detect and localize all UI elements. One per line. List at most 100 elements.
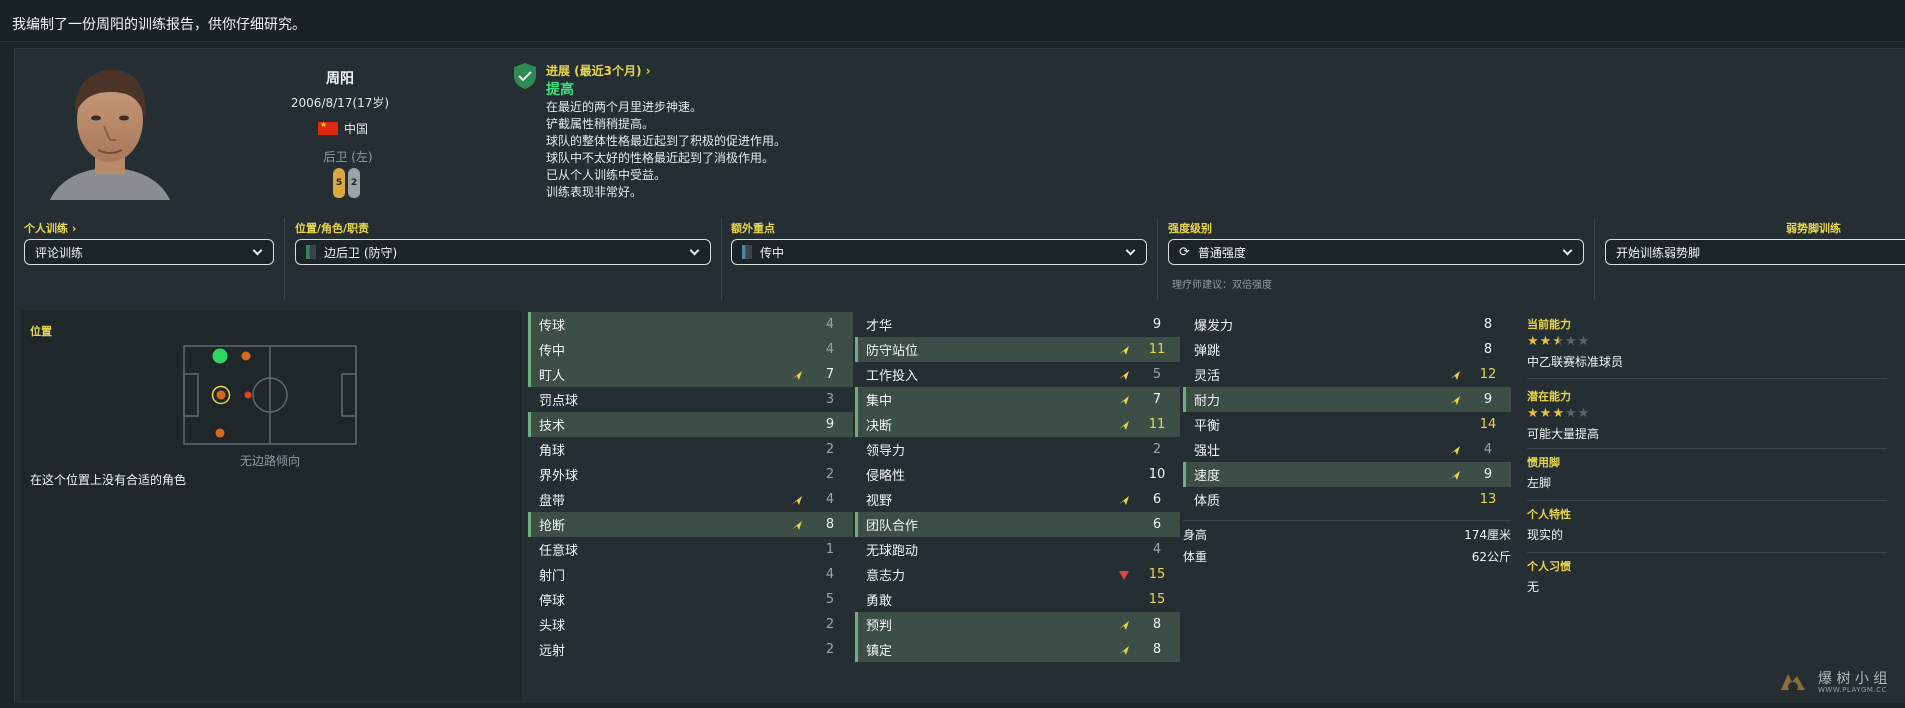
preferred-foot-value: 左脚 bbox=[1527, 476, 1552, 490]
attribute-value: 15 bbox=[1148, 592, 1166, 607]
attribute-row[interactable]: 弹跳 8 bbox=[1183, 337, 1511, 362]
weight-value: 62公斤 bbox=[1471, 550, 1511, 564]
attribute-row[interactable]: 爆发力 8 bbox=[1183, 312, 1511, 337]
chevron-down-icon bbox=[252, 245, 263, 256]
arrow-up-icon bbox=[1450, 471, 1460, 480]
attribute-row[interactable]: 勇敢 15 bbox=[855, 587, 1180, 612]
arrow-up-icon bbox=[792, 521, 802, 530]
attribute-row[interactable]: 镇定 8 bbox=[855, 637, 1180, 662]
attribute-row[interactable]: 传中 4 bbox=[528, 337, 853, 362]
focus-dropdown[interactable]: 传中 bbox=[731, 239, 1147, 265]
attribute-name: 勇敢 bbox=[866, 594, 893, 609]
attribute-row[interactable]: 团队合作 6 bbox=[855, 512, 1180, 537]
potential-label: 潜在能力 bbox=[1527, 390, 1571, 403]
attribute-row[interactable]: 视野 6 bbox=[855, 487, 1180, 512]
attribute-row[interactable]: 意志力 15 bbox=[855, 562, 1180, 587]
attribute-row[interactable]: 任意球 1 bbox=[528, 537, 853, 562]
attribute-value: 11 bbox=[1148, 417, 1166, 432]
current-ability-text: 中乙联赛标准球员 bbox=[1527, 355, 1624, 369]
attribute-row[interactable]: 角球 2 bbox=[528, 437, 853, 462]
attribute-name: 盯人 bbox=[539, 369, 566, 384]
attribute-name: 传球 bbox=[539, 319, 566, 334]
attribute-name: 任意球 bbox=[539, 544, 579, 559]
attribute-value: 8 bbox=[825, 517, 835, 532]
chevron-down-icon bbox=[689, 245, 700, 256]
attribute-row[interactable]: 领导力 2 bbox=[855, 437, 1180, 462]
attribute-value: 4 bbox=[825, 567, 835, 582]
player-nationality[interactable]: 中国 bbox=[318, 120, 368, 136]
habits-label: 个人习惯 bbox=[1527, 560, 1571, 573]
pitch-diagram[interactable] bbox=[180, 344, 360, 446]
attribute-row[interactable]: 速度 9 bbox=[1183, 462, 1511, 487]
attribute-row[interactable]: 耐力 9 bbox=[1183, 387, 1511, 412]
attribute-row[interactable]: 工作投入 5 bbox=[855, 362, 1180, 387]
arrow-up-icon bbox=[1119, 621, 1129, 630]
physical-attributes: 爆发力 8 弹跳 8 灵活 12 耐力 9 平衡 14 强壮 4 速度 9 体质 13 bbox=[1183, 312, 1511, 512]
arrow-up-icon bbox=[792, 496, 802, 505]
role-dropdown[interactable]: 边后卫 (防守) bbox=[295, 239, 711, 265]
arrow-up-icon bbox=[1450, 371, 1460, 380]
attribute-row[interactable]: 才华 9 bbox=[855, 312, 1180, 337]
weakfoot-label: 弱势脚训练 bbox=[1786, 222, 1841, 235]
attribute-row[interactable]: 技术 9 bbox=[528, 412, 853, 437]
attribute-value: 7 bbox=[1152, 392, 1162, 407]
pitch-caption: 无边路倾向 bbox=[239, 454, 300, 468]
attribute-row[interactable]: 体质 13 bbox=[1183, 487, 1511, 512]
attribute-name: 罚点球 bbox=[539, 394, 579, 409]
attribute-value: 6 bbox=[1152, 492, 1162, 507]
chevron-down-icon bbox=[1125, 245, 1136, 256]
attribute-row[interactable]: 盯人 7 bbox=[528, 362, 853, 387]
star-half-icon: ★ bbox=[1552, 334, 1565, 349]
attribute-name: 决断 bbox=[866, 419, 893, 434]
arrow-up-icon bbox=[1119, 371, 1129, 380]
attribute-row[interactable]: 远射 2 bbox=[528, 637, 853, 662]
star-empty-icon: ★ bbox=[1564, 406, 1578, 421]
arrow-down-icon bbox=[1119, 571, 1129, 580]
role-value: 边后卫 (防守) bbox=[324, 245, 398, 260]
attribute-value: 14 bbox=[1479, 417, 1497, 432]
weakfoot-button[interactable]: 开始训练弱势脚 bbox=[1605, 239, 1905, 265]
nationality-label: 中国 bbox=[344, 121, 369, 136]
attribute-name: 无球跑动 bbox=[866, 544, 919, 559]
attribute-row[interactable]: 决断 11 bbox=[855, 412, 1180, 437]
intensity-dropdown[interactable]: ⟳ 普通强度 bbox=[1168, 239, 1584, 265]
attribute-value: 5 bbox=[825, 592, 835, 607]
attribute-row[interactable]: 传球 4 bbox=[528, 312, 853, 337]
attribute-row[interactable]: 射门 4 bbox=[528, 562, 853, 587]
progress-heading-link[interactable]: 进展 (最近3个月) › bbox=[546, 62, 651, 79]
attribute-row[interactable]: 界外球 2 bbox=[528, 462, 853, 487]
intensity-label: 强度级别 bbox=[1168, 222, 1212, 235]
individual-training-link[interactable]: 个人训练 › bbox=[24, 220, 76, 236]
progress-heading: 进展 (最近3个月) bbox=[546, 64, 642, 78]
attribute-name: 远射 bbox=[539, 644, 566, 659]
attribute-row[interactable]: 侵略性 10 bbox=[855, 462, 1180, 487]
attribute-name: 镇定 bbox=[866, 644, 893, 659]
attribute-value: 15 bbox=[1148, 567, 1166, 582]
watermark-url: WWW.PLAYGM.CC bbox=[1818, 686, 1887, 694]
attribute-name: 传中 bbox=[539, 344, 566, 359]
progress-lines: 在最近的两个月里进步神速。 铲截属性稍稍提高。 球队的整体性格最近起到了积极的促… bbox=[546, 99, 786, 201]
attribute-row[interactable]: 盘带 4 bbox=[528, 487, 853, 512]
attribute-row[interactable]: 头球 2 bbox=[528, 612, 853, 637]
attribute-value: 7 bbox=[825, 367, 835, 382]
progress-line: 球队的整体性格最近起到了积极的促进作用。 bbox=[546, 134, 787, 148]
attribute-row[interactable]: 防守站位 11 bbox=[855, 337, 1180, 362]
right-foot-icon: 2 bbox=[348, 168, 360, 198]
height-label: 身高 bbox=[1183, 528, 1208, 542]
individual-training-dropdown[interactable]: 评论训练 bbox=[24, 239, 274, 265]
attribute-row[interactable]: 平衡 14 bbox=[1183, 412, 1511, 437]
attribute-row[interactable]: 强壮 4 bbox=[1183, 437, 1511, 462]
attribute-row[interactable]: 停球 5 bbox=[528, 587, 853, 612]
attribute-row[interactable]: 集中 7 bbox=[855, 387, 1180, 412]
arrow-up-icon bbox=[1119, 346, 1129, 355]
focus-label: 额外重点 bbox=[731, 222, 775, 235]
attribute-name: 速度 bbox=[1194, 469, 1221, 484]
shield-check-icon bbox=[514, 63, 536, 89]
attribute-row[interactable]: 无球跑动 4 bbox=[855, 537, 1180, 562]
attribute-row[interactable]: 灵活 12 bbox=[1183, 362, 1511, 387]
attribute-row[interactable]: 罚点球 3 bbox=[528, 387, 853, 412]
attribute-value: 4 bbox=[825, 342, 835, 357]
attribute-row[interactable]: 预判 8 bbox=[855, 612, 1180, 637]
arrow-up-icon bbox=[1450, 396, 1460, 405]
attribute-row[interactable]: 抢断 8 bbox=[528, 512, 853, 537]
